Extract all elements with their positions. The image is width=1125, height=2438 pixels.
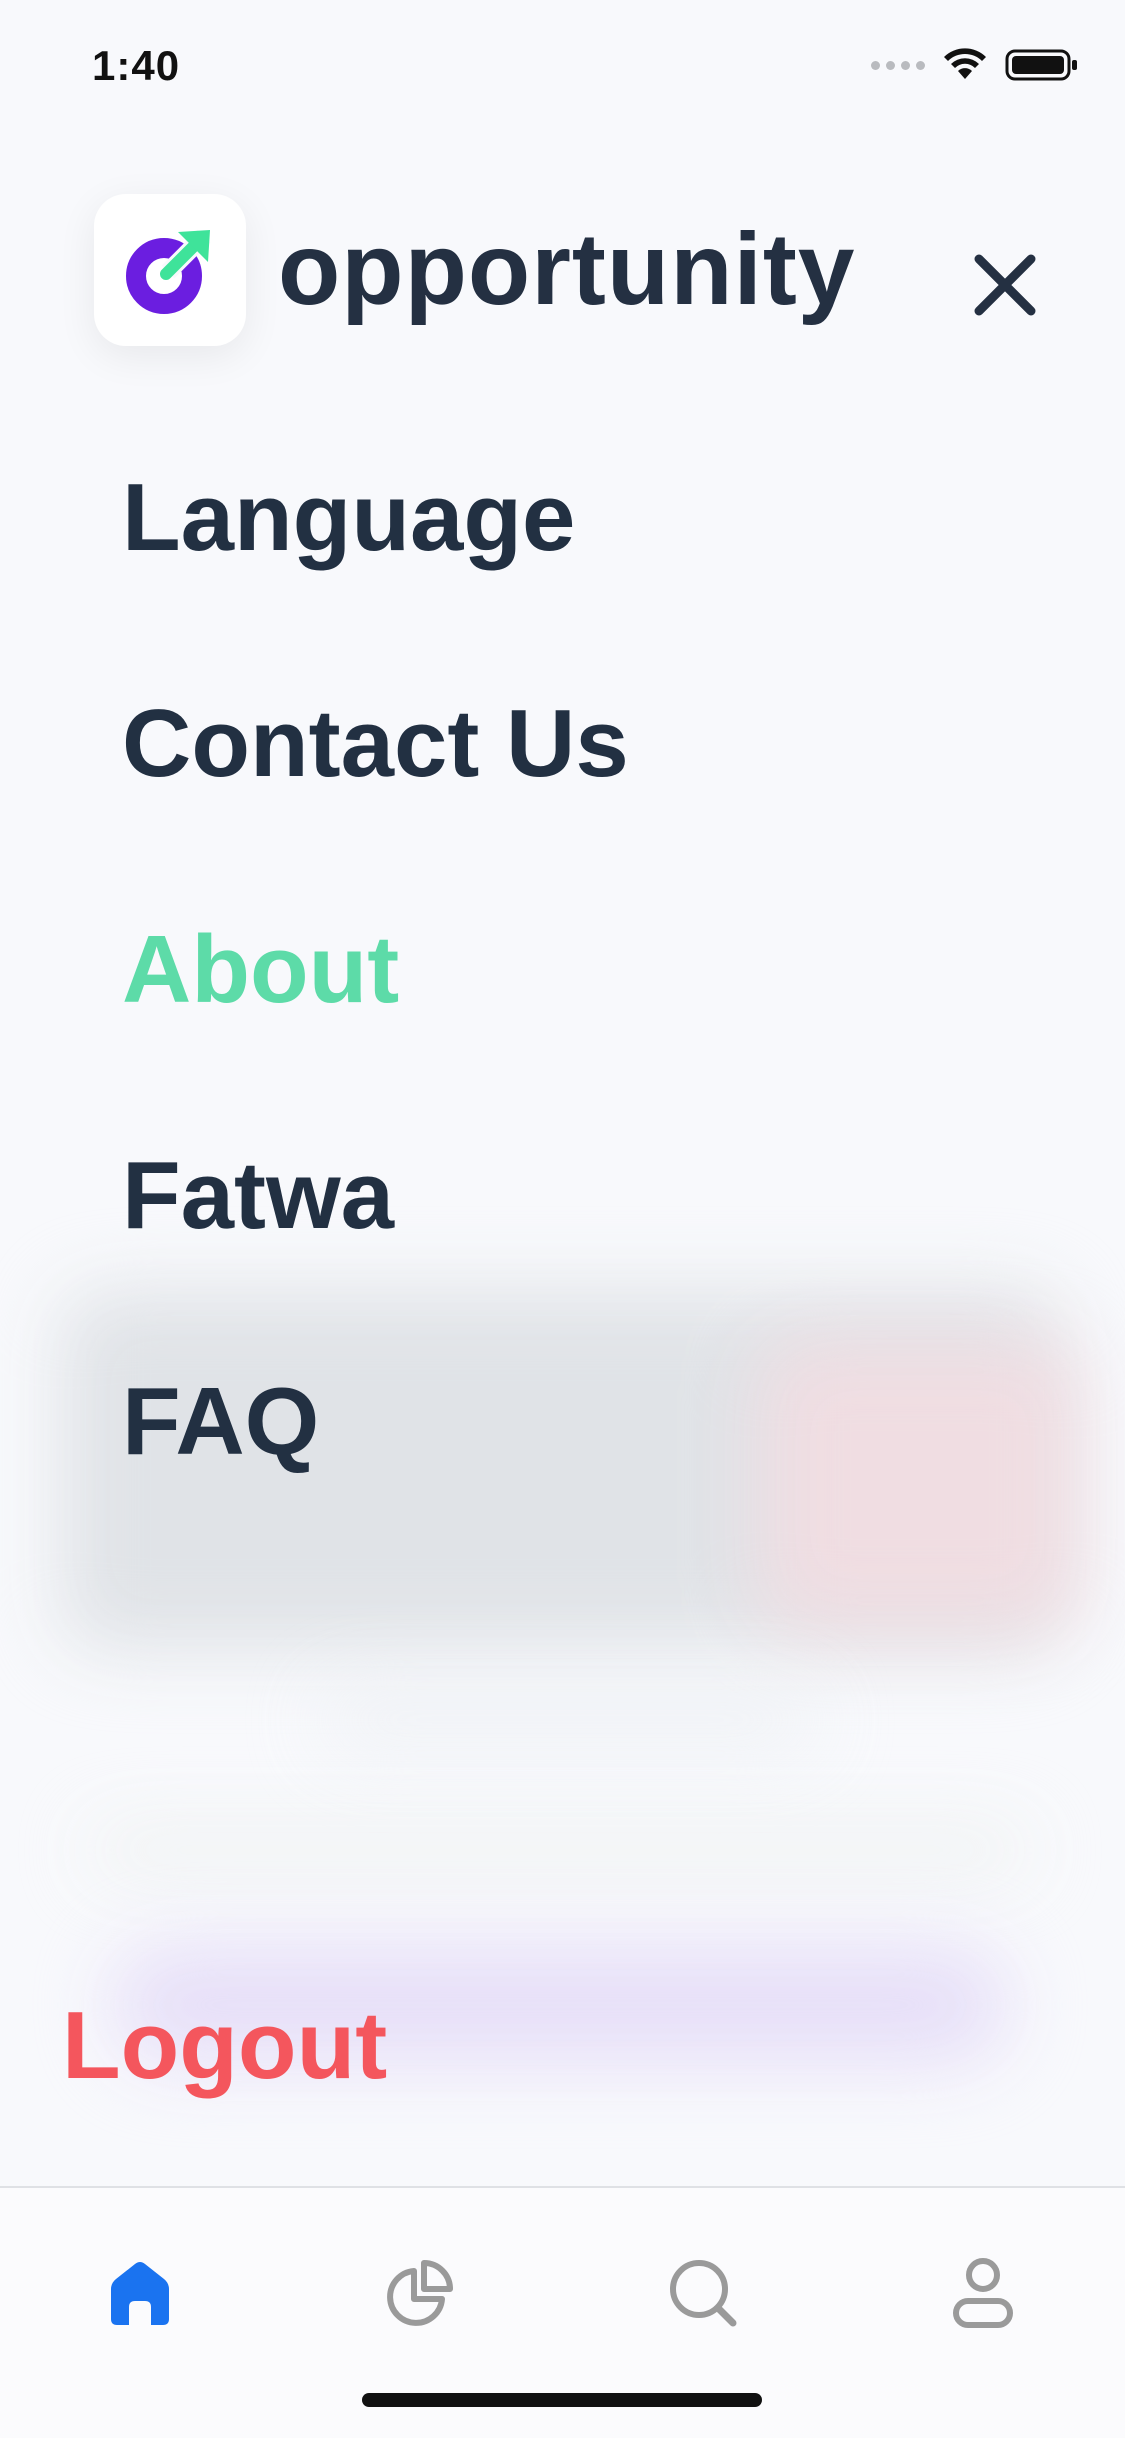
cellular-signal-icon — [871, 60, 925, 70]
close-menu-button[interactable] — [960, 240, 1050, 330]
close-icon — [974, 254, 1036, 316]
blurred-text-line — [320, 1690, 820, 1750]
tab-profile[interactable] — [938, 2248, 1028, 2338]
menu-item-faq[interactable]: FAQ — [122, 1374, 629, 1600]
logout-button[interactable]: Logout — [62, 1998, 387, 2094]
tab-statistics[interactable] — [375, 2248, 465, 2338]
tab-home[interactable] — [95, 2248, 185, 2338]
status-bar: 1:40 — [0, 0, 1125, 140]
menu-item-language[interactable]: Language — [122, 470, 629, 696]
home-indicator — [362, 2393, 762, 2407]
battery-icon — [1005, 49, 1077, 81]
menu-item-contact-us[interactable]: Contact Us — [122, 696, 629, 922]
search-icon — [670, 2260, 737, 2327]
side-menu: Language Contact Us About Fatwa FAQ — [122, 470, 629, 1600]
home-icon — [111, 2262, 169, 2325]
status-time: 1:40 — [92, 42, 181, 89]
wifi-icon — [944, 48, 986, 79]
tab-search[interactable] — [658, 2248, 748, 2338]
menu-item-about[interactable]: About — [122, 922, 629, 1148]
menu-item-fatwa[interactable]: Fatwa — [122, 1148, 629, 1374]
blurred-divider — [90, 1830, 1030, 1870]
blurred-card-accent — [760, 1340, 1080, 1630]
brand-name: opportunity — [278, 212, 856, 326]
menu-header: opportunity — [0, 180, 1125, 360]
status-icons — [871, 48, 1079, 82]
opportunity-logo-icon — [94, 194, 246, 346]
pie-chart-icon — [387, 2260, 453, 2326]
profile-icon — [953, 2258, 1013, 2328]
